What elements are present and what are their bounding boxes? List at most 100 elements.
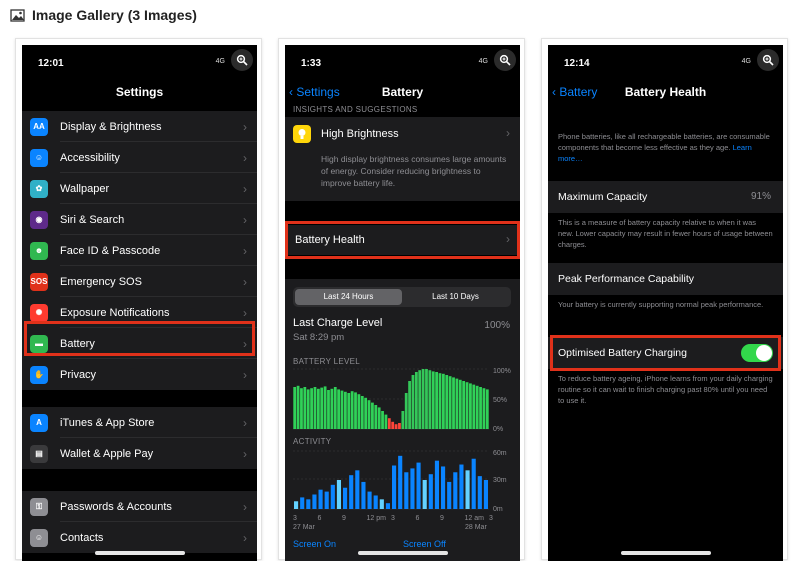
settings-row-display-brightness[interactable]: AA Display & Brightness › (22, 111, 257, 142)
gallery-card-2[interactable]: 1:33 4G ‹ Settings Battery INSIGHTS AND … (278, 38, 525, 561)
battery-level-bar (337, 389, 341, 429)
activity-bar (410, 468, 415, 509)
x-tick-label: 9 (440, 515, 444, 522)
home-indicator (357, 551, 448, 555)
settings-row-label: Siri & Search (60, 213, 125, 226)
wallpaper-icon: ✿ (30, 179, 48, 198)
battery-level-bar (448, 376, 452, 429)
battery-level-bar (404, 393, 408, 429)
last-charge-time: Sat 8:29 pm (293, 332, 345, 343)
zoom-icon[interactable] (757, 49, 779, 71)
nav-bar: ‹ Settings Battery (285, 81, 520, 103)
battery-level-bar (421, 369, 425, 429)
activity-bar (312, 494, 317, 509)
settings-row-siri-search[interactable]: ◉ Siri & Search › (22, 204, 257, 235)
battery-level-bar (445, 375, 449, 429)
chevron-right-icon: › (506, 126, 510, 140)
image-gallery-icon (10, 9, 25, 22)
battery-level-bar (408, 381, 411, 429)
battery-level-bar (340, 390, 344, 429)
maximum-capacity-row: Maximum Capacity 91% (548, 181, 783, 213)
activity-bar (324, 491, 329, 509)
battery-level-bar (327, 390, 330, 429)
settings-row-emergency-sos[interactable]: SOS Emergency SOS › (22, 266, 257, 297)
activity-bar (441, 466, 446, 509)
battery-level-bar (371, 402, 374, 429)
accessibility-icon: ☺ (30, 148, 48, 167)
status-time: 1:33 (301, 58, 322, 69)
chevron-right-icon: › (243, 212, 247, 227)
peak-performance-description: Your battery is currently supporting nor… (558, 300, 764, 309)
last-charge-value: 100% (484, 320, 510, 331)
settings-row-label: Privacy (60, 368, 97, 381)
x-tick-label: 3 (293, 515, 297, 522)
date-label-start: 27 Mar (293, 524, 315, 531)
tab-last-10-days[interactable]: Last 10 Days (402, 289, 509, 305)
settings-row-contacts[interactable]: ☺ Contacts › (22, 522, 257, 553)
settings-row-accessibility[interactable]: ☺ Accessibility › (22, 142, 257, 173)
screenshot-battery-health: 12:14 4G ‹ Battery Battery Health Phone … (548, 45, 783, 561)
settings-row-passwords-accounts[interactable]: ⚿ Passwords & Accounts › (22, 491, 257, 522)
activity-bar (294, 501, 299, 509)
settings-row-label: Wallet & Apple Pay (60, 447, 154, 460)
activity-bar (398, 455, 403, 509)
battery-level-bar (387, 418, 391, 429)
battery-level-bar (306, 389, 310, 429)
battery-level-bar (401, 411, 405, 429)
settings-row-wallpaper[interactable]: ✿ Wallpaper › (22, 173, 257, 204)
battery-level-bar (296, 385, 300, 429)
battery-level-bar (479, 387, 482, 429)
chevron-right-icon: › (243, 499, 247, 514)
settings-row-itunes-app-store[interactable]: AiTunes & App Store › (22, 407, 257, 438)
battery-level-bar (323, 386, 327, 429)
insight-card[interactable]: High Brightness › High display brightnes… (285, 117, 520, 201)
peak-performance-row: Peak Performance Capability (548, 263, 783, 295)
battery-level-bar (472, 384, 476, 429)
settings-row-label: Passwords & Accounts (60, 500, 172, 513)
zoom-icon[interactable] (494, 49, 516, 71)
wallet-icon: ▤ (30, 444, 48, 463)
maximum-capacity-label: Maximum Capacity (558, 191, 648, 203)
settings-row-face-id-passcode[interactable]: ☻ Face ID & Passcode › (22, 235, 257, 266)
battery-level-bar (485, 389, 489, 429)
battery-level-bar (398, 423, 401, 429)
lightbulb-icon (293, 125, 311, 143)
privacy-hand-icon: ✋ (30, 365, 48, 384)
time-range-segmented-control[interactable]: Last 24 Hours Last 10 Days (293, 287, 511, 307)
gallery-card-3[interactable]: 12:14 4G ‹ Battery Battery Health Phone … (541, 38, 788, 561)
battery-level-bar (360, 396, 364, 429)
gallery-card-1[interactable]: 12:01 4G Settings AA Display & Brightness… (15, 38, 262, 561)
page-title: Battery Health (624, 85, 707, 99)
battery-level-bar (438, 373, 442, 429)
activity-bar (306, 499, 311, 509)
battery-level-bar (475, 385, 479, 429)
battery-level-caption: BATTERY LEVEL (293, 357, 361, 366)
settings-row-label: Face ID & Passcode (60, 244, 161, 257)
battery-level-bar (310, 388, 313, 429)
settings-row-label: Exposure Notifications (60, 306, 170, 319)
chevron-right-icon: › (243, 150, 247, 165)
settings-row-wallet-apple-pay[interactable]: ▤ Wallet & Apple Pay › (22, 438, 257, 469)
chevron-right-icon: › (243, 274, 247, 289)
battery-level-bar (482, 388, 486, 429)
chevron-right-icon: › (243, 243, 247, 258)
battery-level-bar (333, 387, 337, 429)
activity-bar (373, 495, 378, 509)
activity-bar (483, 480, 489, 509)
settings-row-label: Wallpaper (60, 182, 110, 195)
faceid-icon: ☻ (30, 241, 48, 260)
battery-level-bar (357, 394, 361, 429)
x-tick-label: 6 (318, 515, 322, 522)
maximum-capacity-description: This is a measure of battery capacity re… (558, 218, 773, 249)
tab-last-24-hours[interactable]: Last 24 Hours (295, 289, 402, 305)
display-icon: AA (30, 117, 48, 136)
battery-level-bar (347, 393, 351, 429)
chevron-right-icon: › (243, 367, 247, 382)
insight-body: High display brightness consumes large a… (321, 154, 507, 188)
zoom-icon[interactable] (231, 49, 253, 71)
settings-row-privacy[interactable]: ✋ Privacy › (22, 359, 257, 390)
battery-level-bar (377, 407, 381, 429)
signal-indicator: 4G (741, 58, 751, 65)
settings-row-label: iTunes & App Store (60, 416, 155, 429)
battery-level-bar (391, 421, 395, 429)
